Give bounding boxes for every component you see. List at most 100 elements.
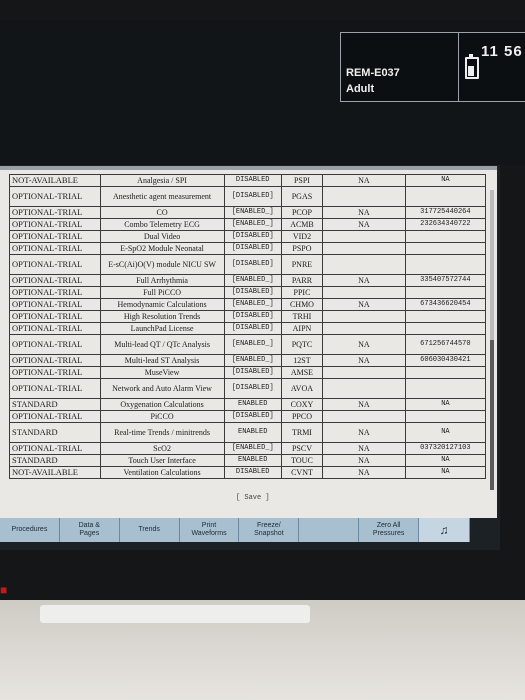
- zero-all-pressures-button[interactable]: Zero All Pressures: [359, 518, 420, 542]
- table-row[interactable]: STANDARD Real-time Trends / minitrends ENA…: [9, 422, 487, 443]
- license-type-cell: NOT-AVAILABLE: [9, 466, 101, 479]
- code-cell: CVNT: [280, 466, 324, 479]
- status-cell: [ENABLED_]: [223, 274, 282, 287]
- table-row[interactable]: OPTIONAL-TRIAL Network and Auto Alarm Vie…: [9, 378, 487, 399]
- status-cell: [DISABLED]: [223, 230, 282, 243]
- code-cell: 12ST: [280, 354, 324, 367]
- trial-cell: [322, 366, 406, 379]
- freeze-snapshot-button[interactable]: Freeze/ Snapshot: [239, 518, 300, 542]
- print-waveforms-button[interactable]: Print Waveforms: [180, 518, 240, 542]
- table-row[interactable]: OPTIONAL-TRIAL Dual Video [DISABLED] VID2: [9, 230, 487, 243]
- trial-cell: [322, 242, 406, 255]
- trial-cell: NA: [322, 206, 406, 219]
- patient-info-box[interactable]: REM-E037 Adult: [340, 32, 462, 102]
- alarm-bell-button[interactable]: ♫: [419, 518, 471, 542]
- status-cell: [DISABLED]: [223, 366, 282, 379]
- table-row[interactable]: OPTIONAL-TRIAL Multi-lead ST Analysis [ENA…: [9, 354, 487, 367]
- table-row[interactable]: OPTIONAL-TRIAL High Resolution Trends [DIS…: [9, 310, 487, 323]
- license-type-cell: OPTIONAL-TRIAL: [9, 410, 101, 423]
- license-type-cell: OPTIONAL-TRIAL: [9, 206, 101, 219]
- table-row[interactable]: NOT-AVAILABLE Ventilation Calculations DIS…: [9, 466, 487, 479]
- status-cell: [DISABLED]: [223, 322, 282, 335]
- function-cell: E-SpO2 Module Neonatal: [99, 242, 225, 255]
- table-row[interactable]: OPTIONAL-TRIAL Hemodynamic Calculations [E…: [9, 298, 487, 311]
- function-cell: Combo Telemetry ECG: [99, 218, 225, 231]
- code-cell: PSPO: [280, 242, 324, 255]
- table-row[interactable]: STANDARD Oxygenation Calculations ENABLED C…: [9, 398, 487, 411]
- code-cell: COXY: [280, 398, 324, 411]
- trial-cell: NA: [322, 334, 406, 355]
- function-cell: Real-time Trends / minitrends: [99, 422, 225, 443]
- status-cell: [DISABLED]: [223, 378, 282, 399]
- license-type-cell: OPTIONAL-TRIAL: [9, 286, 101, 299]
- data-pages-button[interactable]: Data & Pages: [60, 518, 120, 542]
- code-cell: PSCV: [280, 442, 324, 455]
- code-cell: PQTC: [280, 334, 324, 355]
- trial-cell: [322, 186, 406, 207]
- code-cell: PCOP: [280, 206, 324, 219]
- table-row[interactable]: OPTIONAL-TRIAL E-SpO2 Module Neonatal [DIS…: [9, 242, 487, 255]
- key-cell: [404, 378, 487, 399]
- key-cell: [404, 254, 487, 275]
- function-cell: PiCCO: [99, 410, 225, 423]
- table-row[interactable]: OPTIONAL-TRIAL PiCCO [DISABLED] PPCO: [9, 410, 487, 423]
- key-cell: NA: [404, 398, 487, 411]
- key-cell: NA: [404, 174, 487, 187]
- table-row[interactable]: OPTIONAL-TRIAL Full PiCCO [DISABLED] PPIC: [9, 286, 487, 299]
- table-row[interactable]: OPTIONAL-TRIAL Multi-lead QT / QTc Analys…: [9, 334, 487, 355]
- key-cell: NA: [404, 466, 487, 479]
- trial-cell: NA: [322, 422, 406, 443]
- trial-cell: [322, 410, 406, 423]
- key-cell: 673436620454: [404, 298, 487, 311]
- key-cell: 606030430421: [404, 354, 487, 367]
- status-cell: [DISABLED]: [223, 254, 282, 275]
- table-row[interactable]: NOT-AVAILABLE Analgesia / SPI DISABLED PSPI…: [9, 174, 487, 187]
- license-type-cell: OPTIONAL-TRIAL: [9, 322, 101, 335]
- table-row[interactable]: OPTIONAL-TRIAL LaunchPad License [DISABLED…: [9, 322, 487, 335]
- license-type-cell: OPTIONAL-TRIAL: [9, 310, 101, 323]
- function-cell: Network and Auto Alarm View: [99, 378, 225, 399]
- code-cell: ACMB: [280, 218, 324, 231]
- blank-button[interactable]: [299, 518, 360, 542]
- power-indicator-icon: ■: [0, 583, 8, 597]
- key-cell: 232634340722: [404, 218, 487, 231]
- trial-cell: NA: [322, 274, 406, 287]
- trial-cell: NA: [322, 174, 406, 187]
- key-cell: [404, 322, 487, 335]
- table-row[interactable]: OPTIONAL-TRIAL MuseView [DISABLED] AMSE: [9, 366, 487, 379]
- table-row[interactable]: OPTIONAL-TRIAL ScO2 [ENABLED_] PSCV NA 037320…: [9, 442, 487, 455]
- scrollbar-thumb[interactable]: [490, 340, 494, 490]
- table-row[interactable]: OPTIONAL-TRIAL Combo Telemetry ECG [ENABLE…: [9, 218, 487, 231]
- key-cell: [404, 410, 487, 423]
- clock-label: 11 56: [481, 43, 523, 60]
- trial-cell: [322, 286, 406, 299]
- bottom-toolbar: Procedures Data & Pages Trends Print Wav…: [0, 518, 471, 542]
- function-cell: Analgesia / SPI: [99, 174, 225, 187]
- license-type-cell: OPTIONAL-TRIAL: [9, 442, 101, 455]
- function-cell: Ventilation Calculations: [99, 466, 225, 479]
- key-cell: [404, 366, 487, 379]
- key-cell: [404, 242, 487, 255]
- trial-cell: NA: [322, 218, 406, 231]
- license-type-cell: OPTIONAL-TRIAL: [9, 242, 101, 255]
- license-type-cell: STANDARD: [9, 422, 101, 443]
- key-cell: [404, 230, 487, 243]
- table-row[interactable]: OPTIONAL-TRIAL E-sC(Ai)O(V) module NICU S…: [9, 254, 487, 275]
- patient-type-label: Adult: [346, 83, 375, 95]
- key-cell: NA: [404, 422, 487, 443]
- monitor-shelf: [40, 605, 310, 623]
- status-cell: [DISABLED]: [223, 242, 282, 255]
- table-row[interactable]: STANDARD Touch User Interface ENABLED TOUC N…: [9, 454, 487, 467]
- table-row[interactable]: OPTIONAL-TRIAL Full Arrhythmia [ENABLED_] P…: [9, 274, 487, 287]
- table-row[interactable]: OPTIONAL-TRIAL Anesthetic agent measureme…: [9, 186, 487, 207]
- table-row[interactable]: OPTIONAL-TRIAL CO [ENABLED_] PCOP NA 31772544…: [9, 206, 487, 219]
- function-cell: High Resolution Trends: [99, 310, 225, 323]
- license-type-cell: OPTIONAL-TRIAL: [9, 298, 101, 311]
- key-cell: NA: [404, 454, 487, 467]
- trial-cell: [322, 230, 406, 243]
- save-button[interactable]: [ Save ]: [236, 494, 270, 502]
- trends-button[interactable]: Trends: [120, 518, 180, 542]
- code-cell: VID2: [280, 230, 324, 243]
- license-type-cell: STANDARD: [9, 454, 101, 467]
- procedures-button[interactable]: Procedures: [0, 518, 60, 542]
